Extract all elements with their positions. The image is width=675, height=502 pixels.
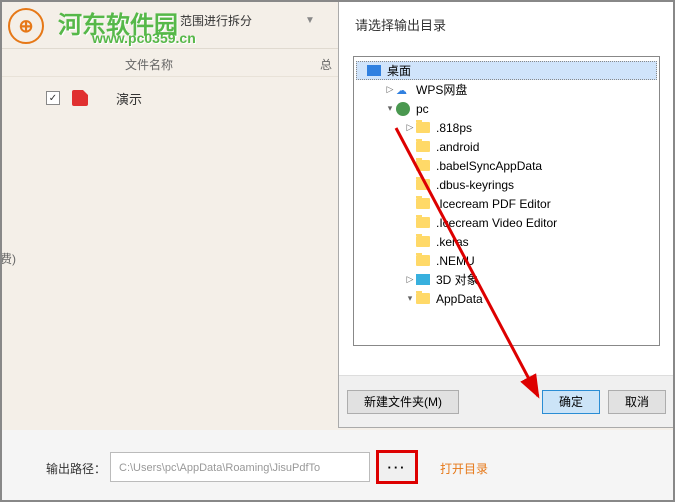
fee-label: 费) — [0, 250, 16, 267]
folder-icon — [416, 255, 430, 266]
tree-item-folder[interactable]: .Icecream Video Editor — [356, 213, 657, 232]
folder-icon — [416, 179, 430, 190]
tree-item-pc[interactable]: ▾ pc — [356, 99, 657, 118]
tree-label: .babelSyncAppData — [436, 159, 542, 173]
expand-icon[interactable]: ▷ — [404, 274, 416, 285]
tree-label: 3D 对象 — [436, 271, 479, 288]
new-folder-button[interactable]: 新建文件夹(M) — [347, 390, 459, 414]
folder-tree[interactable]: 桌面 ▷ ☁ WPS网盘 ▾ pc ▷ .818ps .android .babe… — [353, 56, 660, 346]
user-icon — [396, 102, 410, 116]
tree-label: .NEMU — [436, 254, 475, 268]
chevron-down-icon[interactable]: ▼ — [290, 0, 330, 40]
ok-button[interactable]: 确定 — [542, 390, 600, 414]
cloud-icon: ☁ — [396, 84, 410, 95]
folder-icon — [416, 141, 430, 152]
tree-item-wps[interactable]: ▷ ☁ WPS网盘 — [356, 80, 657, 99]
brand-logo-icon: ⊕ — [8, 8, 44, 44]
dialog-title: 请选择输出目录 — [339, 1, 674, 46]
column-header-total: 总 — [320, 56, 332, 73]
output-path-label: 输出路径： — [46, 460, 106, 477]
tree-item-3d[interactable]: ▷ 3D 对象 — [356, 270, 657, 289]
folder-icon — [416, 217, 430, 228]
collapse-icon[interactable]: ▾ — [384, 103, 396, 114]
column-header-filename: 文件名称 — [125, 56, 173, 73]
folder-icon — [416, 122, 430, 133]
output-path-input[interactable]: C:\Users\pc\AppData\Roaming\JisuPdfTo — [110, 452, 370, 482]
file-checkbox[interactable]: ✓ — [46, 91, 60, 105]
pdf-icon — [72, 90, 88, 106]
tree-label: pc — [416, 102, 429, 116]
cancel-button[interactable]: 取消 — [608, 390, 666, 414]
tree-item-folder[interactable]: .NEMU — [356, 251, 657, 270]
file-name: 演示 — [116, 89, 142, 108]
tree-label: .dbus-keyrings — [436, 178, 514, 192]
tree-item-folder[interactable]: .keras — [356, 232, 657, 251]
tree-item-folder[interactable]: .Icecream PDF Editor — [356, 194, 657, 213]
split-range-text: 范围进行拆分 — [180, 12, 252, 29]
open-directory-link[interactable]: 打开目录 — [440, 460, 488, 477]
folder-icon — [416, 198, 430, 209]
tree-label: AppData — [436, 292, 483, 306]
file-row[interactable]: ✓ 演示 — [10, 86, 142, 110]
tree-label: 桌面 — [387, 62, 411, 79]
tree-item-desktop[interactable]: 桌面 — [356, 61, 657, 80]
tree-label: WPS网盘 — [416, 81, 467, 98]
brand-url: www.pc0359.cn — [92, 30, 196, 46]
desktop-icon — [367, 65, 381, 76]
browse-button[interactable]: ··· — [376, 450, 418, 484]
tree-label: .Icecream PDF Editor — [436, 197, 551, 211]
expand-icon[interactable]: ▷ — [404, 122, 416, 133]
tree-label: .Icecream Video Editor — [436, 216, 557, 230]
tree-item-folder[interactable]: .android — [356, 137, 657, 156]
tree-label: .android — [436, 140, 479, 154]
expand-icon[interactable]: ▷ — [384, 84, 396, 95]
tree-item-folder[interactable]: .dbus-keyrings — [356, 175, 657, 194]
tree-label: .keras — [436, 235, 469, 249]
tree-label: .818ps — [436, 121, 472, 135]
tree-item-folder[interactable]: ▷ .818ps — [356, 118, 657, 137]
folder-icon — [416, 293, 430, 304]
folder-icon — [416, 236, 430, 247]
cube-icon — [416, 274, 430, 285]
dialog-buttons: 新建文件夹(M) 确定 取消 — [339, 375, 674, 427]
tree-item-folder[interactable]: .babelSyncAppData — [356, 156, 657, 175]
folder-select-dialog: 请选择输出目录 桌面 ▷ ☁ WPS网盘 ▾ pc ▷ .818ps .andro… — [338, 0, 675, 428]
folder-icon — [416, 160, 430, 171]
tree-item-appdata[interactable]: ▾ AppData — [356, 289, 657, 308]
collapse-icon[interactable]: ▾ — [404, 293, 416, 304]
